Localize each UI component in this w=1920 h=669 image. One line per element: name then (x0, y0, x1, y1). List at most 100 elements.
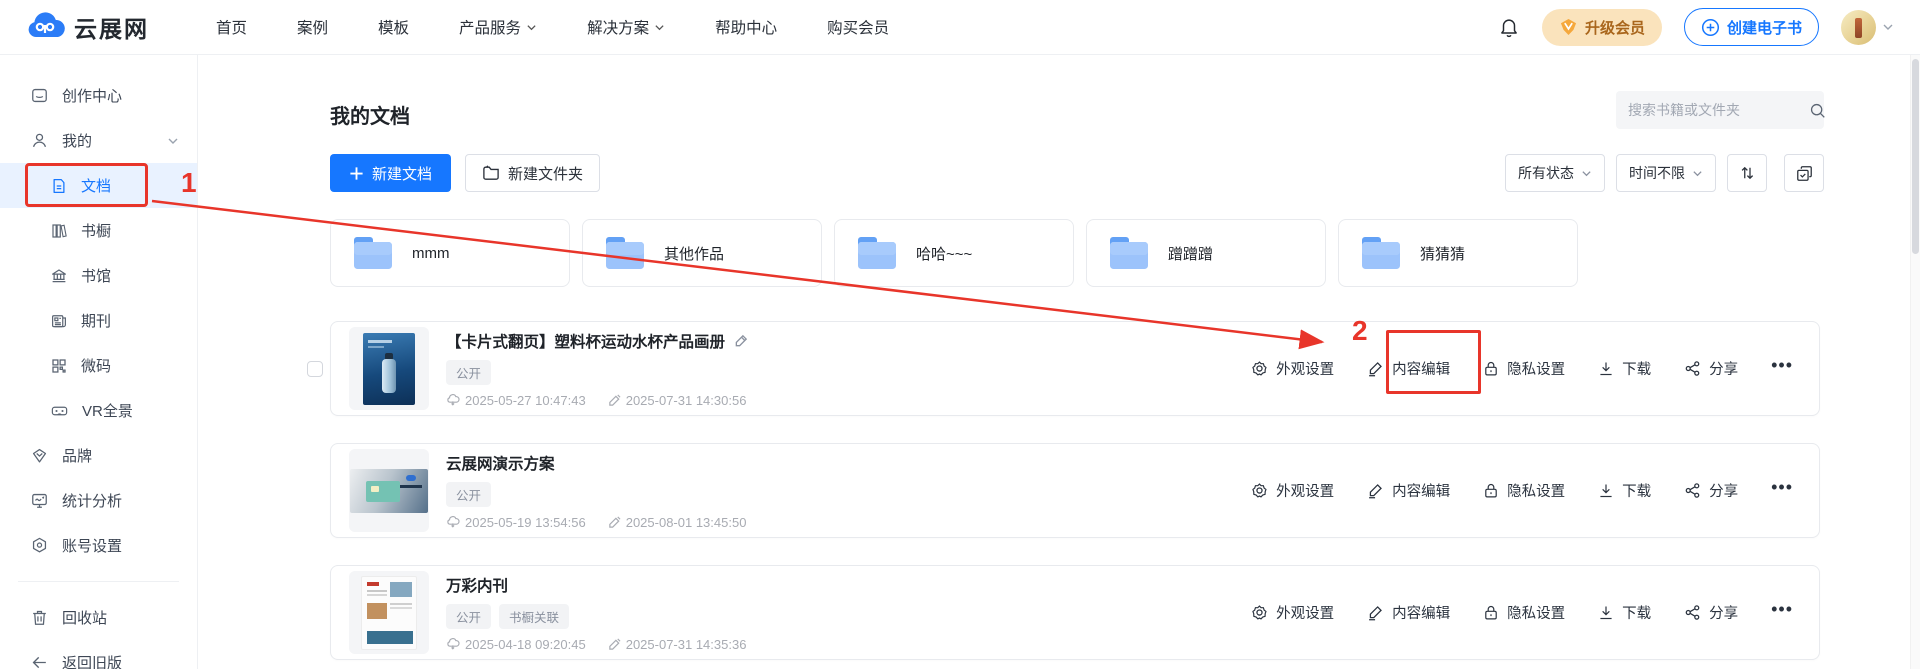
main-nav: 首页 案例 模板 产品服务 解决方案 帮助中心 购买会员 (191, 0, 914, 55)
new-document-button[interactable]: 新建文档 (330, 154, 451, 192)
status-badge: 公开 (446, 604, 491, 629)
status-filter-select[interactable]: 所有状态 (1505, 154, 1605, 192)
content-edit-button[interactable]: 内容编辑 (1367, 602, 1450, 623)
sort-button[interactable] (1727, 154, 1767, 192)
edit-time-icon (608, 394, 621, 407)
more-actions-button[interactable]: ••• (1771, 599, 1793, 626)
nav-item-templates[interactable]: 模板 (353, 0, 434, 55)
document-info: 云展网演示方案 公开 2025-05-19 13:54:56 2025-08-0… (446, 452, 746, 530)
document-row: 万彩内刊 公开 书橱关联 2025-04-18 09:20:45 2025-07… (330, 565, 1820, 660)
sidebar-item-bookshelf[interactable]: 书橱 (0, 208, 197, 253)
time-filter-select[interactable]: 时间不限 (1616, 154, 1716, 192)
search-input[interactable] (1628, 102, 1809, 118)
navbar-right: 升级会员 创建电子书 (1498, 8, 1894, 46)
share-button[interactable]: 分享 (1684, 358, 1738, 379)
privacy-settings-button[interactable]: 隐私设置 (1483, 480, 1565, 501)
document-thumbnail[interactable] (349, 571, 429, 654)
privacy-settings-button[interactable]: 隐私设置 (1483, 602, 1565, 623)
appearance-settings-button[interactable]: 外观设置 (1251, 358, 1334, 379)
share-icon (1684, 360, 1701, 377)
document-title[interactable]: 云展网演示方案 (446, 452, 555, 474)
search-box (1616, 91, 1824, 129)
folder-card[interactable]: 其他作品 (582, 219, 822, 287)
nav-item-home[interactable]: 首页 (191, 0, 272, 55)
download-button[interactable]: 下载 (1598, 358, 1651, 379)
nav-item-solutions[interactable]: 解决方案 (562, 0, 690, 55)
sidebar-item-qrcode[interactable]: 微码 (0, 343, 197, 388)
content-edit-button[interactable]: 内容编辑 (1367, 358, 1450, 379)
analytics-monitor-icon (30, 491, 49, 510)
created-time: 2025-05-27 10:47:43 (465, 393, 586, 408)
appearance-settings-button[interactable]: 外观设置 (1251, 602, 1334, 623)
avatar (1841, 10, 1876, 45)
document-thumbnail[interactable] (349, 327, 429, 410)
upgrade-membership-button[interactable]: 升级会员 (1542, 9, 1662, 46)
logo[interactable]: 云展网 (26, 10, 149, 44)
document-title[interactable]: 【卡片式翻页】塑料杯运动水杯产品画册 (446, 330, 725, 352)
document-thumbnail[interactable] (349, 449, 429, 532)
content-edit-icon (1367, 604, 1384, 621)
folder-card[interactable]: mmm (330, 219, 570, 287)
document-title[interactable]: 万彩内刊 (446, 574, 508, 596)
sidebar-item-account-settings[interactable]: 账号设置 (0, 523, 197, 568)
page-title: 我的文档 (330, 100, 410, 129)
sidebar-divider (18, 581, 179, 582)
sidebar-item-vr-panorama[interactable]: VR全景 (0, 388, 197, 433)
nav-item-buy-membership[interactable]: 购买会员 (802, 0, 914, 55)
brand-gem-icon (30, 446, 49, 465)
scrollbar-track[interactable] (1910, 55, 1920, 669)
rename-pencil-icon[interactable] (734, 333, 749, 348)
user-menu[interactable] (1841, 10, 1894, 45)
privacy-settings-button[interactable]: 隐私设置 (1483, 358, 1565, 379)
chevron-down-icon (1581, 168, 1592, 179)
folder-card[interactable]: 哈哈~~~ (834, 219, 1074, 287)
sidebar-item-analytics[interactable]: 统计分析 (0, 478, 197, 523)
more-actions-button[interactable]: ••• (1771, 355, 1793, 382)
row-checkbox[interactable] (307, 361, 323, 377)
batch-select-button[interactable] (1784, 154, 1824, 192)
folder-card[interactable]: 猜猜猜 (1338, 219, 1578, 287)
scrollbar-thumb[interactable] (1912, 59, 1919, 254)
nav-item-cases[interactable]: 案例 (272, 0, 353, 55)
toolbar-filters: 所有状态 时间不限 (1505, 154, 1824, 192)
badge-list: 公开 (446, 360, 749, 385)
download-icon (1598, 604, 1614, 621)
folder-icon (1359, 234, 1403, 272)
back-arrow-icon (30, 653, 49, 669)
thumbnail-image (350, 469, 428, 513)
publish-time-icon (446, 394, 460, 407)
notification-bell-icon[interactable] (1498, 15, 1520, 39)
document-actions: 外观设置 内容编辑 隐私设置 下载 (1251, 355, 1793, 382)
new-folder-button[interactable]: 新建文件夹 (465, 154, 600, 192)
sidebar-item-library[interactable]: 书馆 (0, 253, 197, 298)
chevron-down-icon (1882, 21, 1894, 33)
nav-item-products[interactable]: 产品服务 (434, 0, 562, 55)
content-edit-button[interactable]: 内容编辑 (1367, 480, 1450, 501)
sidebar-item-mine[interactable]: 我的 (0, 118, 197, 163)
sidebar-item-brand[interactable]: 品牌 (0, 433, 197, 478)
edit-time-icon (608, 516, 621, 529)
download-button[interactable]: 下载 (1598, 602, 1651, 623)
nav-item-help-center[interactable]: 帮助中心 (690, 0, 802, 55)
publish-time-icon (446, 516, 460, 529)
sidebar-item-back-to-old-version[interactable]: 返回旧版 (0, 640, 197, 669)
document-actions: 外观设置 内容编辑 隐私设置 下载 (1251, 477, 1793, 504)
folder-card[interactable]: 蹭蹭蹭 (1086, 219, 1326, 287)
sidebar-item-creation-center[interactable]: 创作中心 (0, 73, 197, 118)
top-navbar: 云展网 首页 案例 模板 产品服务 解决方案 帮助中心 购买会员 升级会员 (0, 0, 1920, 55)
sort-arrows-icon (1738, 164, 1756, 182)
sidebar-item-journal[interactable]: 期刊 (0, 298, 197, 343)
timestamps: 2025-04-18 09:20:45 2025-07-31 14:35:36 (446, 637, 746, 652)
sidebar-item-recycle-bin[interactable]: 回收站 (0, 595, 197, 640)
search-icon[interactable] (1809, 102, 1826, 119)
share-button[interactable]: 分享 (1684, 602, 1738, 623)
create-ebook-button[interactable]: 创建电子书 (1684, 8, 1819, 46)
toolbar: 新建文档 新建文件夹 所有状态 时间不限 (330, 154, 1824, 192)
document-row: 【卡片式翻页】塑料杯运动水杯产品画册 公开 2025-05-27 10:47:4… (330, 321, 1820, 416)
share-button[interactable]: 分享 (1684, 480, 1738, 501)
plus-circle-icon (1701, 18, 1720, 37)
appearance-settings-button[interactable]: 外观设置 (1251, 480, 1334, 501)
more-actions-button[interactable]: ••• (1771, 477, 1793, 504)
sidebar-item-documents[interactable]: 文档 (0, 163, 197, 208)
download-button[interactable]: 下载 (1598, 480, 1651, 501)
